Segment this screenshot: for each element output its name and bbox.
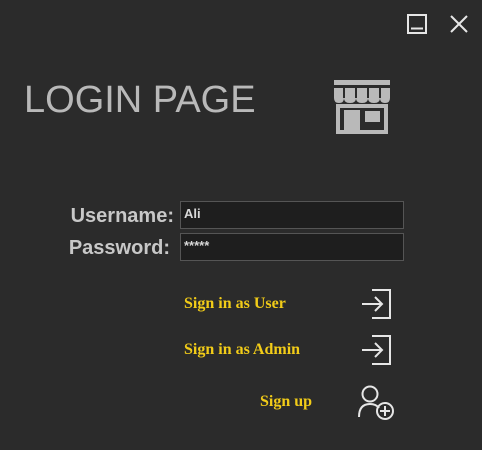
sign-up-button[interactable]: Sign up <box>260 392 312 412</box>
add-user-icon[interactable] <box>356 383 398 423</box>
close-icon <box>450 15 468 33</box>
close-button[interactable] <box>448 13 470 35</box>
minimize-icon <box>407 14 427 34</box>
username-label: Username: <box>70 205 174 227</box>
page-title: LOGIN PAGE <box>24 79 256 121</box>
sign-in-as-user-button[interactable]: Sign in as User <box>184 294 286 314</box>
minimize-button[interactable] <box>406 13 428 35</box>
store-icon <box>334 80 390 134</box>
sign-in-icon[interactable] <box>358 332 394 368</box>
login-window: LOGIN PAGE Username: Ali Password: *****… <box>0 0 482 450</box>
password-field[interactable]: ***** <box>180 233 404 261</box>
sign-in-icon[interactable] <box>358 286 394 322</box>
password-label: Password: <box>68 237 170 259</box>
username-field[interactable]: Ali <box>180 201 404 229</box>
sign-in-as-admin-button[interactable]: Sign in as Admin <box>184 340 300 360</box>
